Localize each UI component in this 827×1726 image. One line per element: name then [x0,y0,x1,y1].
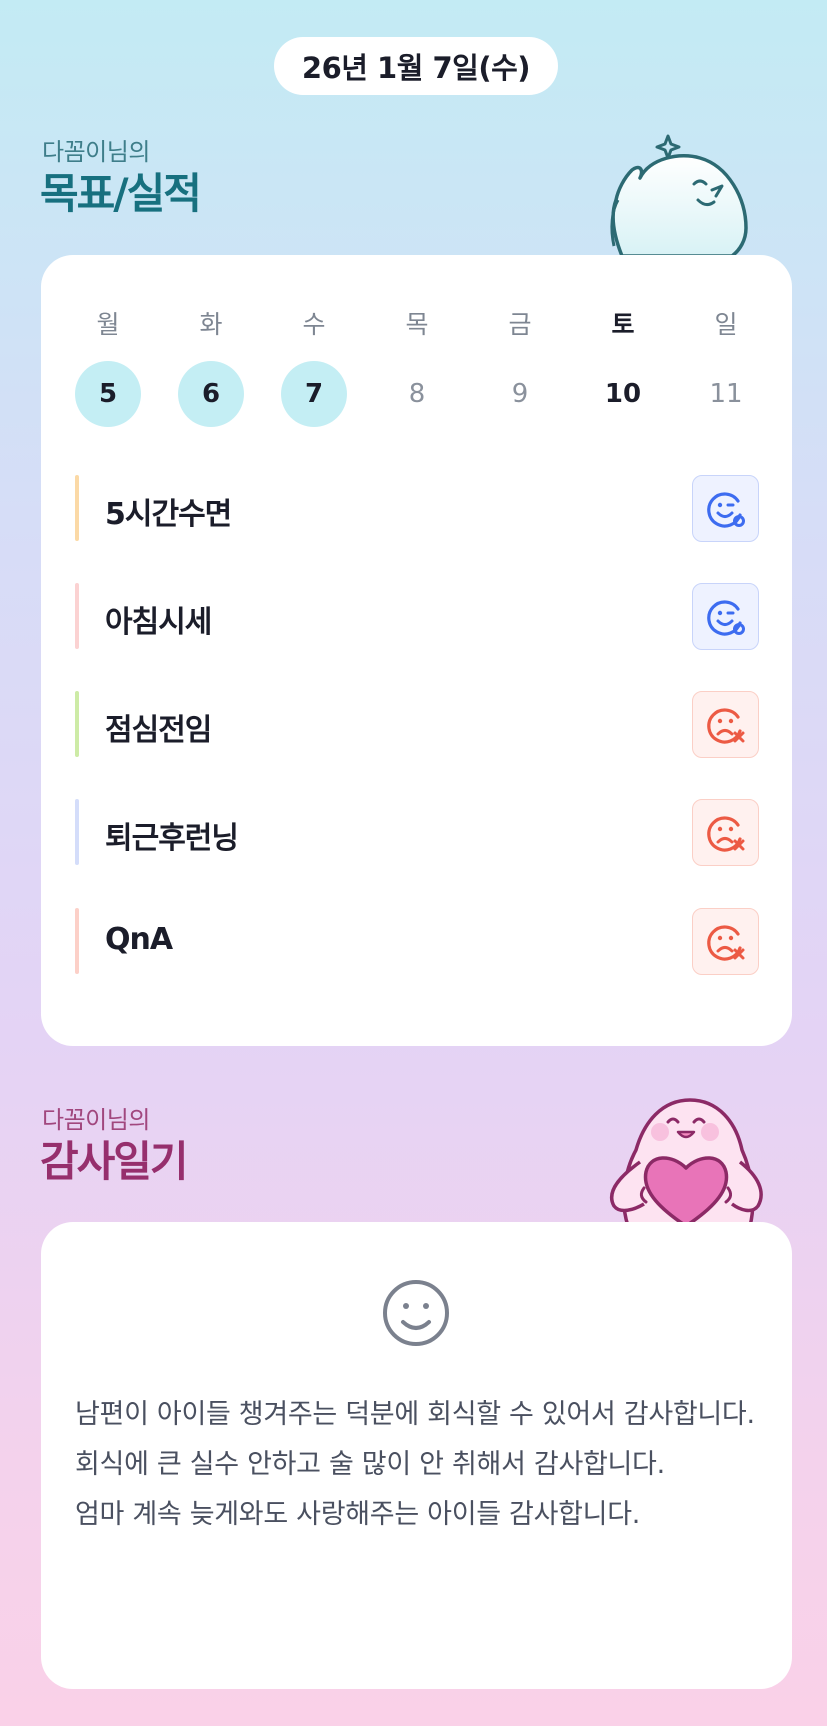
date-cell[interactable]: 9 [487,361,553,427]
goal-color-bar [75,583,79,649]
goal-row[interactable]: 퇴근후런닝 [75,799,759,866]
smile-face-icon[interactable] [381,1278,451,1348]
goal-label: 점심전임 [105,713,212,748]
goal-row[interactable]: 아침시세 [75,583,759,650]
goal-row[interactable]: 점심전임 [75,691,759,758]
smile-check-icon [706,491,745,528]
weekday-label: 수 [302,310,326,339]
weekday-label: 월 [96,310,120,339]
goal-status-button[interactable] [692,583,759,650]
date-cell[interactable]: 7 [281,361,347,427]
date-display[interactable]: 26년 1월 7일(수) [274,37,558,95]
date-cell[interactable]: 10 [590,361,656,427]
date-cell[interactable]: 8 [384,361,450,427]
diary-line: 회식에 큰 실수 안하고 술 많이 안 취해서 감사합니다. [75,1449,665,1480]
date-cell[interactable]: 11 [693,361,759,427]
goal-label: 5시간수면 [105,497,232,532]
diary-line: 남편이 아이들 챙겨주는 덕분에 회식할 수 있어서 감사합니다. [75,1399,755,1430]
diary-card: 남편이 아이들 챙겨주는 덕분에 회식할 수 있어서 감사합니다. 회식에 큰 … [41,1222,792,1689]
goal-label: 퇴근후런닝 [105,821,239,856]
sad-x-icon [706,924,744,961]
mascot-waving-icon [610,134,748,258]
mascot-heart-icon [610,1098,763,1226]
goal-status-button[interactable] [692,908,759,975]
goal-color-bar [75,475,79,541]
goal-row[interactable]: QnA [75,908,759,975]
goal-color-bar [75,691,79,757]
weekday-label: 일 [714,310,738,339]
goal-color-bar [75,799,79,865]
weekday-label: 목 [405,310,429,339]
diary-entry-text: 남편이 아이들 챙겨주는 덕분에 회식할 수 있어서 감사합니다. 회식에 큰 … [75,1390,755,1540]
sad-x-icon [706,815,744,852]
goal-status-button[interactable] [692,475,759,542]
weekday-label: 화 [199,310,223,339]
diary-line: 엄마 계속 늦게와도 사랑해주는 아이들 감사합니다. [75,1499,641,1530]
sad-x-icon [706,707,744,744]
weekday-label: 토 [611,310,635,339]
weekday-label: 금 [508,310,532,339]
goal-color-bar [75,908,79,974]
goal-label: 아침시세 [105,605,212,640]
goals-section-title: 목표/실적 [40,169,202,218]
goal-status-button[interactable] [692,691,759,758]
goal-row[interactable]: 5시간수면 [75,475,759,542]
date-cell[interactable]: 5 [75,361,141,427]
goals-card: 월 화 수 목 금 토 일 5 6 7 8 9 10 11 5시간수면 아침시세 [41,255,792,1046]
date-cell[interactable]: 6 [178,361,244,427]
smile-check-icon [706,599,745,636]
goal-status-button[interactable] [692,799,759,866]
goal-label: QnA [105,922,173,957]
diary-section-title: 감사일기 [40,1137,189,1186]
